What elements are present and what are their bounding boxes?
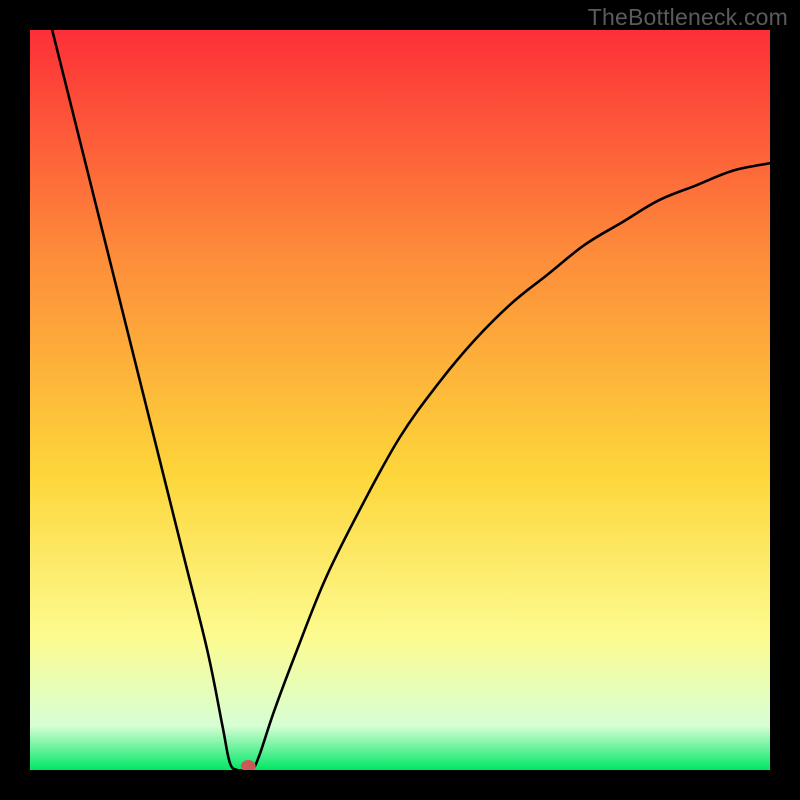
watermark-text: TheBottleneck.com <box>588 4 788 31</box>
chart-frame: { "watermark": "TheBottleneck.com", "col… <box>0 0 800 800</box>
bottleneck-chart <box>30 30 770 770</box>
chart-background <box>30 30 770 770</box>
